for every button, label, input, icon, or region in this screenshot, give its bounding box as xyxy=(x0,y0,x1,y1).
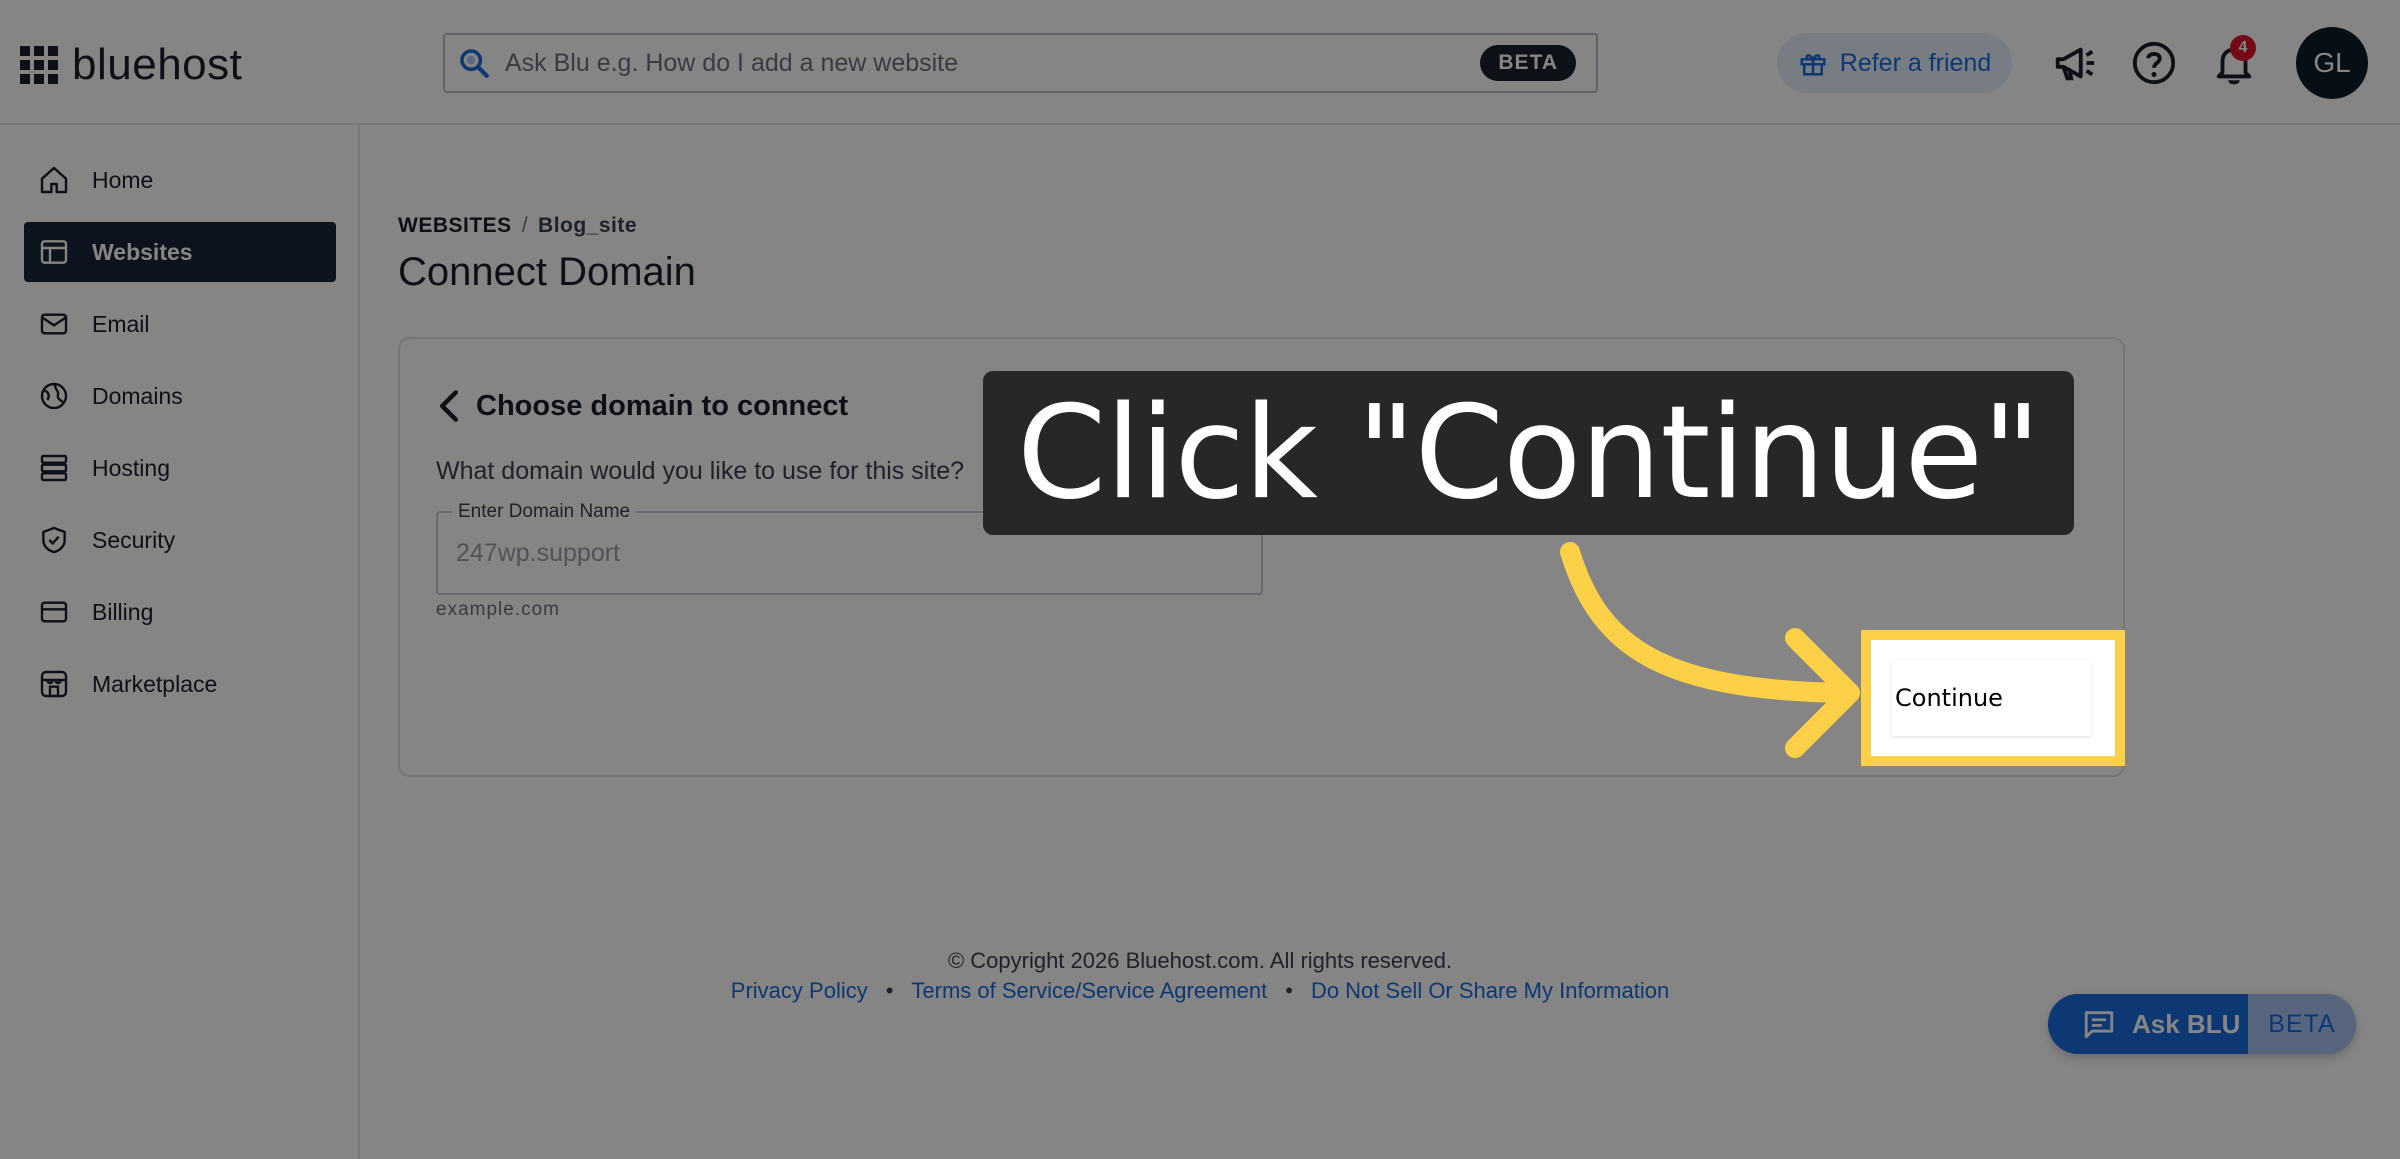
continue-button[interactable]: Continue xyxy=(1891,660,2091,736)
tutorial-arrow-icon xyxy=(1560,542,1860,758)
continue-highlight: Continue xyxy=(1861,630,2125,766)
tutorial-dim-overlay xyxy=(0,0,2400,1159)
tutorial-instruction: Click "Continue" xyxy=(983,371,2074,535)
